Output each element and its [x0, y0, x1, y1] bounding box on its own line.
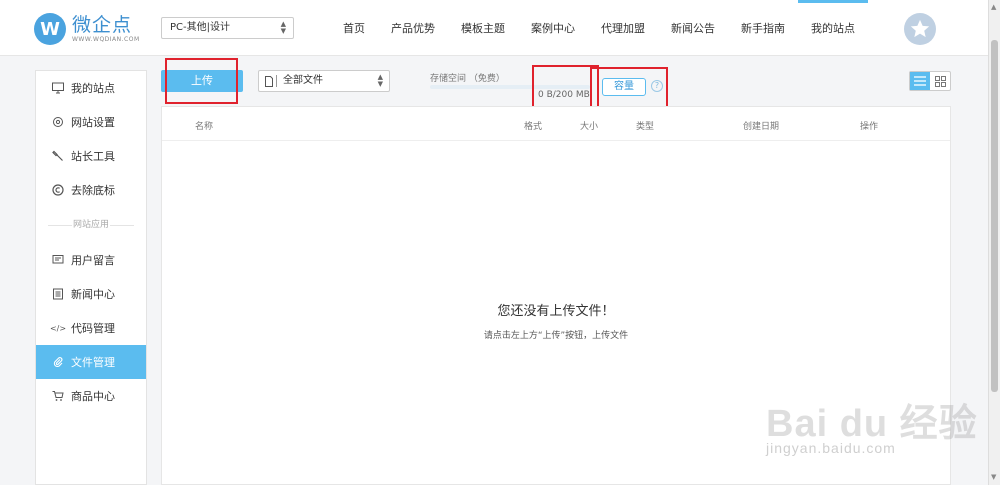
wrench-icon: [52, 150, 64, 162]
code-icon: </>: [49, 323, 67, 333]
column-format[interactable]: 格式: [524, 119, 542, 132]
logo[interactable]: W 微企点 WWW.WQDIAN.COM: [34, 12, 144, 46]
sidebar-item-code-manage[interactable]: </> 代码管理: [36, 311, 146, 345]
nav-product-advantages[interactable]: 产品优势: [378, 0, 448, 56]
grid-icon: [934, 75, 946, 87]
nav-news[interactable]: 新闻公告: [658, 0, 728, 56]
sidebar-item-label: 站长工具: [71, 150, 115, 163]
message-icon: [52, 254, 64, 266]
sidebar-item-label: 代码管理: [71, 322, 115, 335]
logo-text: 微企点 WWW.WQDIAN.COM: [72, 15, 140, 44]
highlight-storage: [532, 65, 599, 109]
logo-name: 微企点: [72, 13, 133, 36]
sidebar-item-label: 新闻中心: [71, 288, 115, 301]
column-actions: 操作: [860, 122, 879, 132]
cart-icon: [52, 390, 64, 402]
column-type[interactable]: 类型: [636, 119, 654, 132]
select-arrows-icon: ▲ ▼: [280, 20, 286, 35]
sidebar-item-file-manage[interactable]: 文件管理: [36, 345, 146, 379]
grid-view-button[interactable]: [930, 72, 950, 90]
monitor-icon: [52, 82, 64, 94]
logo-mark-icon: W: [34, 13, 66, 45]
sidebar-item-my-sites[interactable]: 我的站点: [36, 71, 146, 105]
sidebar-item-label: 去除底标: [71, 184, 115, 197]
column-size[interactable]: 大小: [580, 119, 598, 132]
document-icon: [265, 75, 273, 95]
sidebar-item-site-settings[interactable]: 网站设置: [36, 105, 146, 139]
column-name[interactable]: 名称: [195, 119, 213, 132]
sidebar-item-label: 文件管理: [71, 356, 115, 369]
news-icon: [52, 288, 64, 300]
nav-case-center[interactable]: 案例中心: [518, 0, 588, 56]
table-header: 名称 格式 大小 类型 创建日期 操作: [162, 107, 950, 141]
list-view-button[interactable]: [910, 72, 930, 90]
select-arrows-icon: ▲ ▼: [377, 73, 383, 88]
sidebar-item-product-center[interactable]: 商品中心: [36, 379, 146, 413]
list-icon: [914, 76, 926, 86]
highlight-upload: [165, 58, 238, 104]
copyright-icon: [52, 184, 64, 196]
sidebar-item-label: 商品中心: [71, 390, 115, 403]
filetype-select-value: 全部文件: [283, 75, 323, 86]
paperclip-icon: [52, 356, 64, 368]
sidebar-item-messages[interactable]: 用户留言: [36, 243, 146, 277]
sidebar-group-label: 网站应用: [36, 215, 146, 235]
scroll-down-icon[interactable]: ▼: [991, 473, 996, 481]
sidebar-item-label: 用户留言: [71, 254, 115, 267]
site-select[interactable]: PC-其他|设计 ▲ ▼: [161, 17, 294, 39]
nav-home[interactable]: 首页: [330, 0, 378, 56]
nav-template-themes[interactable]: 模板主题: [448, 0, 518, 56]
page-scrollbar[interactable]: ▲ ▼: [988, 0, 1000, 485]
sidebar-item-remove-footer[interactable]: 去除底标: [36, 173, 146, 207]
highlight-capacity: [590, 67, 668, 109]
empty-state-subtitle: 请点击左上方“上传”按钮，上传文件: [483, 331, 629, 341]
nav-my-sites[interactable]: 我的站点: [798, 0, 868, 56]
sidebar-item-label: 网站设置: [71, 116, 115, 129]
column-created-date[interactable]: 创建日期: [743, 119, 779, 132]
sidebar-item-webmaster-tools[interactable]: 站长工具: [36, 139, 146, 173]
sidebar-item-news-center[interactable]: 新闻中心: [36, 277, 146, 311]
storage-label: 存储空间 （免费）: [430, 74, 505, 84]
main-nav: 首页 产品优势 模板主题 案例中心 代理加盟 新闻公告 新手指南 我的站点: [330, 0, 868, 56]
file-panel: 名称 格式 大小 类型 创建日期 操作 您还没有上传文件！ 请点击左上方“上传”…: [161, 106, 951, 485]
top-navbar: W 微企点 WWW.WQDIAN.COM PC-其他|设计 ▲ ▼ 首页 产品优势…: [0, 0, 988, 56]
select-separator: [276, 75, 277, 87]
sidebar: 我的站点 网站设置 站长工具 去除底标 网站应用 用户留言 新闻中心 </> 代…: [35, 70, 147, 485]
nav-guide[interactable]: 新手指南: [728, 0, 798, 56]
scroll-up-icon[interactable]: ▲: [991, 3, 996, 11]
view-toggle: [909, 71, 951, 91]
empty-state-title: 您还没有上传文件！: [497, 304, 615, 319]
avatar[interactable]: [904, 13, 936, 45]
sidebar-item-label: 我的站点: [71, 82, 115, 95]
nav-agency[interactable]: 代理加盟: [588, 0, 658, 56]
gear-icon: [52, 116, 64, 128]
site-select-value: PC-其他|设计: [170, 22, 230, 33]
logo-domain: WWW.WQDIAN.COM: [72, 35, 140, 43]
scroll-thumb[interactable]: [991, 40, 998, 392]
filetype-select[interactable]: 全部文件 ▲ ▼: [258, 70, 390, 92]
star-icon: [910, 19, 930, 38]
